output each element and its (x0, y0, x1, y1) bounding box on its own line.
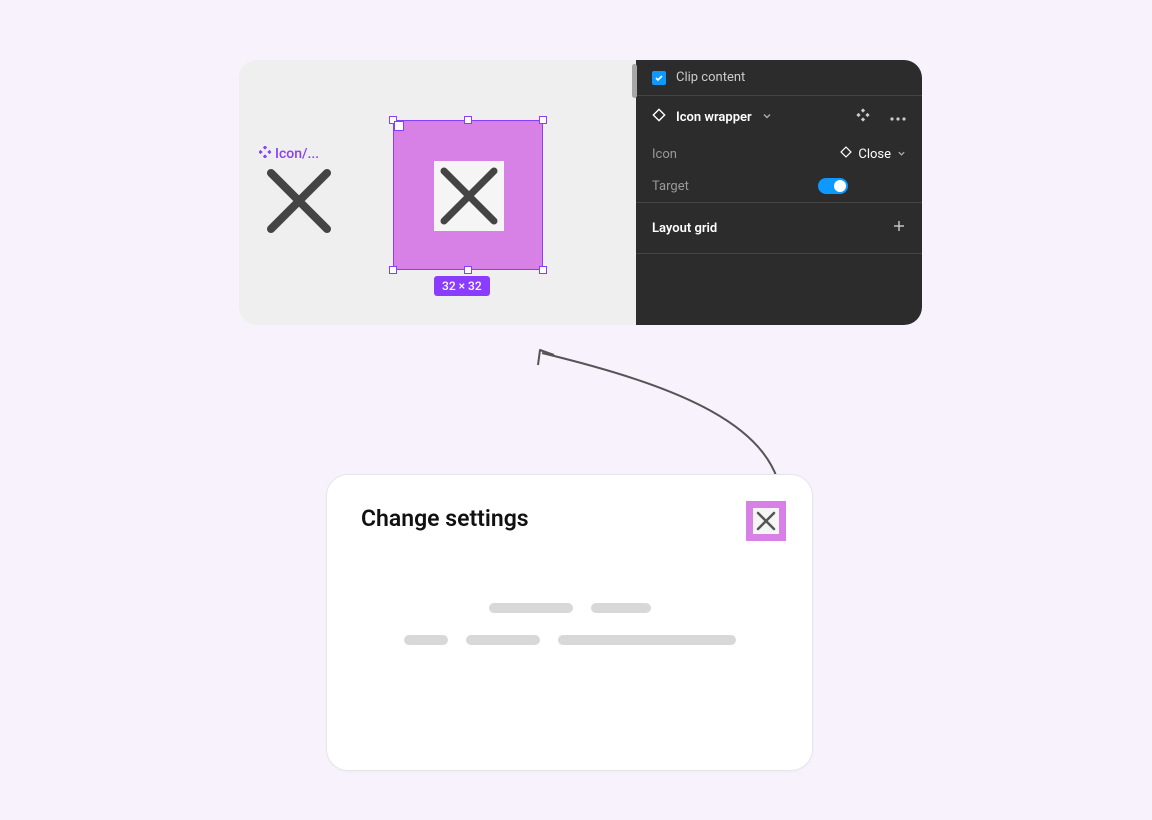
more-icon[interactable] (890, 110, 906, 125)
design-tool-preview: Icon/... 32 × 32 Clip content (239, 60, 922, 325)
target-property-row: Target (636, 170, 922, 202)
icon-property-value[interactable]: Close (840, 146, 906, 162)
selected-frame[interactable] (393, 120, 543, 270)
resize-handle[interactable] (464, 116, 472, 124)
layer-name-label[interactable]: Icon/... (259, 146, 319, 162)
target-toggle[interactable] (818, 178, 848, 194)
section-divider (636, 253, 922, 261)
component-section-header: Icon wrapper (636, 95, 922, 138)
icon-property-row[interactable]: Icon Close (636, 138, 922, 170)
component-name[interactable]: Icon wrapper (676, 110, 752, 125)
placeholder-bar (489, 603, 573, 613)
placeholder-bar (558, 635, 736, 645)
resize-handle[interactable] (389, 116, 397, 124)
canvas-area[interactable]: Icon/... 32 × 32 (239, 60, 636, 325)
plus-icon[interactable] (892, 219, 906, 237)
instance-icon (652, 108, 666, 126)
instance-swap-icon (840, 146, 852, 162)
resize-handle[interactable] (539, 266, 547, 274)
close-icon (753, 508, 779, 534)
placeholder-bar (591, 603, 651, 613)
target-property-label: Target (652, 179, 752, 194)
chevron-down-icon (897, 147, 906, 162)
properties-panel: Clip content Icon wrapper Icon (636, 60, 922, 325)
layout-grid-label: Layout grid (652, 221, 717, 236)
resize-handle[interactable] (389, 266, 397, 274)
resize-handle[interactable] (464, 266, 472, 274)
dialog-title: Change settings (361, 505, 778, 532)
resize-handle[interactable] (539, 116, 547, 124)
clip-content-label: Clip content (676, 70, 745, 85)
clip-content-row[interactable]: Clip content (636, 60, 922, 95)
component-options-icon[interactable] (856, 108, 870, 126)
placeholder-bar (466, 635, 540, 645)
placeholder-bar (404, 635, 448, 645)
layer-name-text: Icon/... (275, 146, 319, 162)
chevron-down-icon[interactable] (762, 110, 772, 125)
dimensions-badge: 32 × 32 (434, 276, 490, 296)
component-icon (259, 146, 271, 162)
scrollbar[interactable] (632, 64, 637, 98)
icon-property-label: Icon (652, 147, 752, 162)
settings-dialog: Change settings (326, 474, 813, 771)
close-icon (434, 161, 504, 231)
layout-grid-section[interactable]: Layout grid (636, 202, 922, 253)
checkbox-checked-icon[interactable] (652, 71, 666, 85)
close-icon (265, 167, 333, 235)
close-button[interactable] (746, 501, 786, 541)
placeholder-content (327, 603, 812, 645)
